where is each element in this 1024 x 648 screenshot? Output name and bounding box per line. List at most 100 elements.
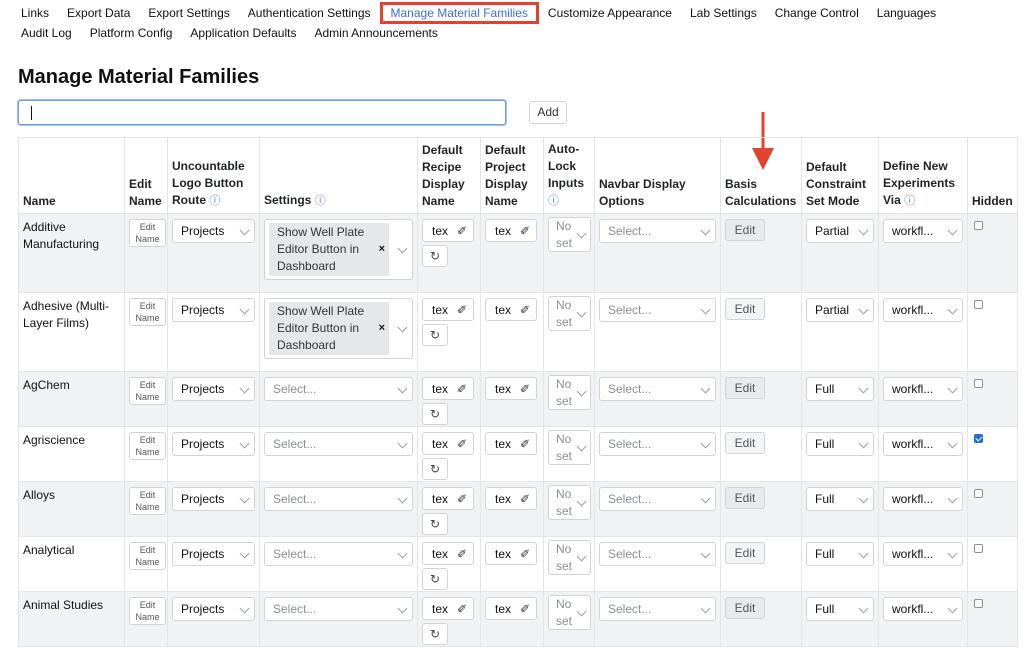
constraint-mode-select[interactable]: Full [806,377,874,401]
edit-name-button[interactable]: Edit Name [129,597,166,625]
hidden-checkbox[interactable] [974,434,983,443]
reset-icon[interactable]: ↻ [422,403,448,425]
pencil-icon[interactable]: ✐ [520,547,530,561]
recipe-display-name-field[interactable]: tex ✐ [422,298,474,321]
info-icon[interactable]: ⓘ [904,195,915,207]
edit-name-button[interactable]: Edit Name [129,487,166,515]
pencil-icon[interactable]: ✐ [457,492,467,506]
nav-link[interactable]: Admin Announcements [305,22,446,44]
navbar-options-select[interactable]: Select... [599,597,716,621]
nav-link[interactable]: Customize Appearance [539,2,681,24]
info-icon[interactable]: ⓘ [548,195,559,207]
edit-name-button[interactable]: Edit Name [129,542,166,570]
edit-name-button[interactable]: Edit Name [129,298,166,326]
recipe-display-name-field[interactable]: tex ✐ [422,597,474,620]
project-display-name-field[interactable]: tex ✐ [485,219,537,242]
pencil-icon[interactable]: ✐ [457,547,467,561]
info-icon[interactable]: ⓘ [315,195,326,207]
auto-lock-select[interactable]: No set [548,296,591,331]
pencil-icon[interactable]: ✐ [520,303,530,317]
nav-link[interactable]: Authentication Settings [239,2,380,24]
reset-icon[interactable]: ↻ [422,513,448,535]
pencil-icon[interactable]: ✐ [457,224,467,238]
constraint-mode-select[interactable]: Full [806,597,874,621]
auto-lock-select[interactable]: No set [548,595,591,630]
basis-edit-button[interactable]: Edit [725,487,765,509]
logo-route-select[interactable]: Projects [172,298,255,322]
pencil-icon[interactable]: ✐ [457,602,467,616]
pencil-icon[interactable]: ✐ [520,382,530,396]
recipe-display-name-field[interactable]: tex ✐ [422,487,474,510]
basis-edit-button[interactable]: Edit [725,542,765,564]
nav-link[interactable]: Export Data [58,2,139,24]
settings-multiselect[interactable]: Show Well Plate Editor Button in Dashboa… [264,298,413,359]
hidden-checkbox[interactable] [974,221,983,230]
basis-edit-button[interactable]: Edit [725,219,765,241]
define-new-select[interactable]: workfl... [883,432,963,456]
auto-lock-select[interactable]: No set [548,217,591,252]
reset-icon[interactable]: ↻ [422,458,448,480]
define-new-select[interactable]: workfl... [883,377,963,401]
logo-route-select[interactable]: Projects [172,432,255,456]
navbar-options-select[interactable]: Select... [599,377,716,401]
project-display-name-field[interactable]: tex ✐ [485,487,537,510]
navbar-options-select[interactable]: Select... [599,219,716,243]
recipe-display-name-field[interactable]: tex ✐ [422,542,474,565]
logo-route-select[interactable]: Projects [172,219,255,243]
logo-route-select[interactable]: Projects [172,597,255,621]
pencil-icon[interactable]: ✐ [457,382,467,396]
nav-link[interactable]: Application Defaults [181,22,305,44]
remove-tag-icon[interactable]: × [375,320,385,337]
logo-route-select[interactable]: Projects [172,377,255,401]
nav-link[interactable]: Audit Log [12,22,81,44]
remove-tag-icon[interactable]: × [375,241,385,258]
settings-select[interactable]: Select... [264,487,413,511]
pencil-icon[interactable]: ✐ [457,303,467,317]
hidden-checkbox[interactable] [974,599,983,608]
basis-edit-button[interactable]: Edit [725,298,765,320]
edit-name-button[interactable]: Edit Name [129,219,166,247]
navbar-options-select[interactable]: Select... [599,542,716,566]
define-new-select[interactable]: workfl... [883,487,963,511]
logo-route-select[interactable]: Projects [172,487,255,511]
settings-select[interactable]: Select... [264,597,413,621]
project-display-name-field[interactable]: tex ✐ [485,298,537,321]
nav-link[interactable]: Change Control [766,2,868,24]
navbar-options-select[interactable]: Select... [599,432,716,456]
auto-lock-select[interactable]: No set [548,485,591,520]
reset-icon[interactable]: ↻ [422,324,448,346]
constraint-mode-select[interactable]: Full [806,487,874,511]
define-new-select[interactable]: workfl... [883,219,963,243]
basis-edit-button[interactable]: Edit [725,597,765,619]
nav-link[interactable]: Links [12,2,58,24]
constraint-mode-select[interactable]: Partial [806,298,874,322]
add-button[interactable]: Add [529,101,567,124]
project-display-name-field[interactable]: tex ✐ [485,432,537,455]
reset-icon[interactable]: ↻ [422,245,448,267]
basis-edit-button[interactable]: Edit [725,377,765,399]
pencil-icon[interactable]: ✐ [520,492,530,506]
constraint-mode-select[interactable]: Full [806,432,874,456]
define-new-select[interactable]: workfl... [883,597,963,621]
recipe-display-name-field[interactable]: tex ✐ [422,432,474,455]
nav-link[interactable]: Export Settings [139,2,238,24]
auto-lock-select[interactable]: No set [548,375,591,410]
auto-lock-select[interactable]: No set [548,430,591,465]
recipe-display-name-field[interactable]: tex ✐ [422,219,474,242]
basis-edit-button[interactable]: Edit [725,432,765,454]
hidden-checkbox[interactable] [974,300,983,309]
nav-link[interactable]: Lab Settings [681,2,766,24]
info-icon[interactable]: ⓘ [209,195,220,207]
settings-select[interactable]: Select... [264,432,413,456]
hidden-checkbox[interactable] [974,544,983,553]
hidden-checkbox[interactable] [974,379,983,388]
column-header-name[interactable]: Name [18,137,125,214]
edit-name-button[interactable]: Edit Name [129,432,166,460]
settings-select[interactable]: Select... [264,542,413,566]
auto-lock-select[interactable]: No set [548,540,591,575]
define-new-select[interactable]: workfl... [883,298,963,322]
hidden-checkbox[interactable] [974,489,983,498]
pencil-icon[interactable]: ✐ [520,437,530,451]
recipe-display-name-field[interactable]: tex ✐ [422,377,474,400]
navbar-options-select[interactable]: Select... [599,298,716,322]
